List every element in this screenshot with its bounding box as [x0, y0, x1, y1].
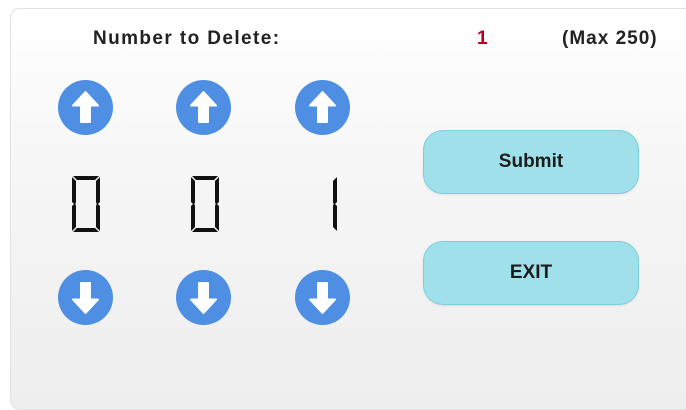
exit-button[interactable]: EXIT: [423, 241, 639, 305]
segment-b: [96, 177, 100, 205]
number-to-delete-label: Number to Delete:: [93, 28, 281, 49]
digit-2-increment-button[interactable]: [176, 80, 231, 135]
segment-c: [333, 203, 337, 231]
segment-d: [192, 228, 218, 232]
digit-1-increment-button[interactable]: [58, 80, 113, 135]
arrow-up-icon: [309, 91, 336, 123]
max-label: (Max 250): [562, 28, 658, 49]
digit-2-display: [187, 174, 223, 234]
arrow-down-icon: [190, 282, 217, 314]
segment-f: [191, 177, 195, 205]
segment-c: [96, 203, 100, 231]
digit-1-decrement-button[interactable]: [58, 270, 113, 325]
segment-e: [72, 203, 76, 231]
digit-1-display: [68, 174, 104, 234]
segment-a: [73, 176, 99, 180]
segment-b: [215, 177, 219, 205]
segment-e: [191, 203, 195, 231]
segment-c: [215, 203, 219, 231]
segment-d: [73, 228, 99, 232]
digit-3-increment-button[interactable]: [295, 80, 350, 135]
digit-3-display: [305, 174, 341, 234]
segment-a: [192, 176, 218, 180]
segment-b: [333, 177, 337, 205]
dialog-panel: [10, 8, 686, 410]
digit-2-decrement-button[interactable]: [176, 270, 231, 325]
arrow-up-icon: [190, 91, 217, 123]
submit-button[interactable]: Submit: [423, 130, 639, 194]
arrow-down-icon: [72, 282, 99, 314]
arrow-up-icon: [72, 91, 99, 123]
arrow-down-icon: [309, 282, 336, 314]
current-value: 1: [477, 28, 488, 49]
segment-f: [72, 177, 76, 205]
digit-3-decrement-button[interactable]: [295, 270, 350, 325]
